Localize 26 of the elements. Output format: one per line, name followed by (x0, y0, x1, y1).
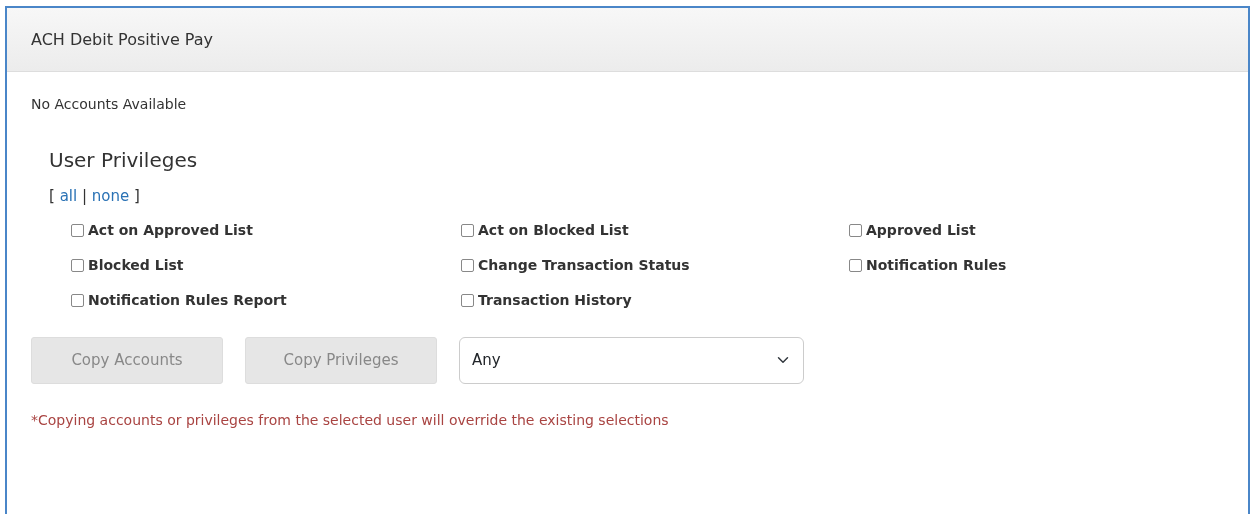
checkbox[interactable] (461, 258, 474, 272)
bracket-text: ] (134, 187, 140, 205)
checkbox[interactable] (461, 223, 474, 237)
checkbox-label: Notification Rules Report (88, 290, 287, 310)
separator-text: | (81, 187, 87, 205)
checkbox[interactable] (71, 223, 84, 237)
checkbox[interactable] (71, 258, 84, 272)
select-all-link[interactable]: all (59, 187, 78, 205)
accounts-message: No Accounts Available (31, 95, 188, 114)
user-dropdown[interactable]: Any (459, 336, 804, 384)
checkbox[interactable] (849, 258, 862, 272)
checkbox-label: Act on Blocked List (478, 220, 629, 240)
warning-note: *Copying accounts or privileges from the selected user will override the existing selections (31, 410, 670, 430)
checkbox-label: Approved List (866, 220, 976, 240)
checkbox-label: Transaction History (478, 290, 632, 310)
bracket-text: [ (49, 187, 55, 205)
checkbox-label: Change Transaction Status (478, 255, 690, 275)
checkbox-label: Notification Rules (866, 255, 1007, 275)
checkbox-label: Act on Approved List (88, 220, 253, 240)
checkbox[interactable] (71, 293, 84, 307)
section-heading: User Privileges (49, 147, 199, 174)
checkbox[interactable] (461, 293, 474, 307)
select-none-link[interactable]: none (91, 187, 130, 205)
checkbox[interactable] (849, 223, 862, 237)
panel-title: ACH Debit Positive Pay (31, 28, 214, 51)
checkbox-label: Blocked List (88, 255, 184, 275)
